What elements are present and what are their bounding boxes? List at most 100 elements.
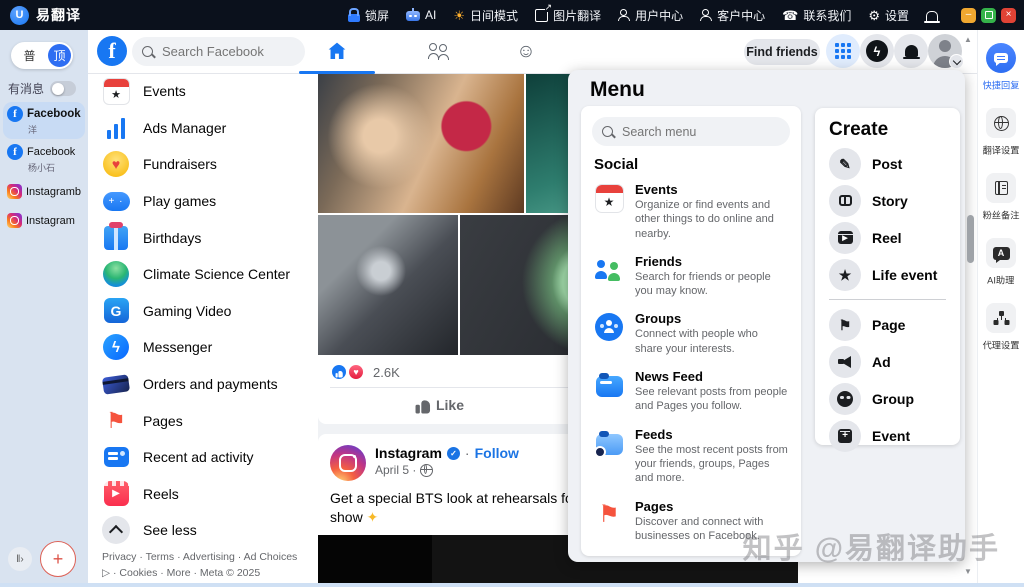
sidebar-item-see-less[interactable]: See less <box>88 512 318 549</box>
add-account-button[interactable]: + <box>40 541 76 577</box>
sidebar-item-gaming-video[interactable]: GGaming Video <box>88 293 318 330</box>
sidebar-item-climate-science[interactable]: Climate Science Center <box>88 256 318 293</box>
service-icon <box>700 9 712 21</box>
reaction-count[interactable]: 2.6K <box>373 365 400 380</box>
customer-center-button[interactable]: 客户中心 <box>700 7 765 24</box>
create-card: Create ✎Post Story ▶Reel ★Life event ⚑Pa… <box>815 108 960 445</box>
verified-badge-icon: ✓ <box>447 447 460 460</box>
maximize-button[interactable] <box>981 8 996 23</box>
profile-menu-button[interactable] <box>928 34 962 68</box>
facebook-search[interactable] <box>132 37 305 66</box>
create-title: Create <box>815 108 960 145</box>
ai-assistant-button[interactable]: A AI助理 <box>986 238 1016 287</box>
sidebar-item-play-games[interactable]: + ·Play games <box>88 183 318 220</box>
image-translate-button[interactable]: ↗图片翻译 <box>535 7 601 24</box>
lock-screen-button[interactable]: 锁屏 <box>348 7 389 24</box>
sidebar-item-messenger[interactable]: ϟMessenger <box>88 329 318 366</box>
contact-us-button[interactable]: ☎联系我们 <box>782 7 851 24</box>
post-date: April 5 · <box>375 463 416 477</box>
facebook-header: f ☺ Find friends ϟ <box>88 30 977 74</box>
mode-top[interactable]: 顶 <box>48 44 71 67</box>
mode-toggle[interactable]: 普 顶 <box>11 42 73 69</box>
facebook-logo[interactable]: f <box>97 36 127 66</box>
menu-search[interactable] <box>592 117 790 146</box>
mode-normal[interactable]: 普 <box>11 47 48 64</box>
facebook-icon: f <box>7 106 23 122</box>
find-friends-button[interactable]: Find friends <box>744 39 820 65</box>
tab-groups[interactable]: ☺ <box>490 30 562 72</box>
create-post[interactable]: ✎Post <box>815 145 960 182</box>
reels-icon: ▶ <box>104 481 129 506</box>
sidebar-item-ads-manager[interactable]: Ads Manager <box>88 110 318 147</box>
menu-item-events[interactable]: ★ EventsOrganize or find events and othe… <box>581 175 801 247</box>
menu-item-friends[interactable]: FriendsSearch for friends or people you … <box>581 247 801 305</box>
create-event[interactable]: +Event <box>815 417 960 454</box>
chevron-down-icon <box>949 54 964 69</box>
apps-menu-button[interactable] <box>826 34 860 68</box>
notification-bell-button[interactable] <box>926 9 938 21</box>
follow-button[interactable]: Follow <box>475 445 519 461</box>
create-ad[interactable]: Ad <box>815 343 960 380</box>
user-icon <box>618 9 630 21</box>
search-input[interactable] <box>160 43 284 60</box>
translate-settings-button[interactable]: 翻译设置 <box>981 108 1021 157</box>
has-message-toggle[interactable] <box>50 81 76 96</box>
sidebar-item-pages[interactable]: ⚑Pages <box>88 402 318 439</box>
like-reaction-icon <box>330 363 348 381</box>
sidebar-item-fundraisers[interactable]: ♥Fundraisers <box>88 146 318 183</box>
quick-reply-button[interactable]: 快捷回复 <box>981 43 1021 92</box>
menu-item-groups[interactable]: GroupsConnect with people who share your… <box>581 304 801 362</box>
menu-panel: Menu Social ★ EventsOrganize or find eve… <box>568 70 965 562</box>
scroll-down-arrow[interactable]: ▼ <box>964 567 972 576</box>
divider <box>829 299 946 300</box>
globe-icon <box>994 116 1009 131</box>
post-photo-bracelets[interactable] <box>318 73 524 213</box>
sidebar-item-reels[interactable]: ▶Reels <box>88 476 318 513</box>
globe-privacy-icon <box>420 464 433 477</box>
lock-icon <box>348 14 360 22</box>
settings-button[interactable]: ⚙设置 <box>868 7 909 24</box>
account-item-facebook-2[interactable]: fFacebook 杨小石 <box>3 140 85 177</box>
create-page[interactable]: ⚑Page <box>815 306 960 343</box>
sidebar-item-recent-ad-activity[interactable]: Recent ad activity <box>88 439 318 476</box>
notifications-button[interactable] <box>894 34 928 68</box>
scroll-up-arrow[interactable]: ▲ <box>964 35 972 44</box>
day-mode-button[interactable]: ☀日间模式 <box>453 7 518 24</box>
account-item-instagram-2[interactable]: Instagram <box>3 209 85 231</box>
messenger-icon: ϟ <box>866 40 888 62</box>
news-feed-icon <box>596 376 623 397</box>
tab-friends[interactable] <box>404 30 476 72</box>
menu-search-input[interactable] <box>620 124 764 140</box>
post-photo-silver-bracelet[interactable] <box>318 215 458 355</box>
minimize-button[interactable]: – <box>961 8 976 23</box>
account-item-facebook-1[interactable]: fFacebook 洋 <box>3 102 85 139</box>
sidebar-item-orders-payments[interactable]: Orders and payments <box>88 366 318 403</box>
proxy-settings-button[interactable]: 代理设置 <box>981 303 1021 352</box>
create-story[interactable]: Story <box>815 182 960 219</box>
instagram-avatar[interactable] <box>330 445 366 481</box>
account-item-instagram-1[interactable]: Instagramb... <box>3 180 85 202</box>
post-author[interactable]: Instagram <box>375 445 442 461</box>
window-controls: – × <box>961 8 1016 23</box>
create-life-event[interactable]: ★Life event <box>815 256 960 293</box>
user-center-button[interactable]: 用户中心 <box>618 7 683 24</box>
messenger-button[interactable]: ϟ <box>860 34 894 68</box>
create-group[interactable]: Group <box>815 380 960 417</box>
sidebar-item-birthdays[interactable]: Birthdays <box>88 219 318 256</box>
sidebar-item-events[interactable]: ★Events <box>88 73 318 110</box>
birthdays-icon <box>104 226 128 250</box>
create-reel[interactable]: ▶Reel <box>815 219 960 256</box>
collapse-panel-button[interactable]: ‖› <box>8 547 32 571</box>
robot-icon <box>406 11 420 21</box>
fan-notes-button[interactable]: 粉丝备注 <box>981 173 1021 222</box>
app-window: U 易翻译 锁屏 AI ☀日间模式 ↗图片翻译 用户中心 客户中心 ☎联系我们 … <box>0 0 1024 587</box>
ai-button[interactable]: AI <box>406 8 436 22</box>
menu-item-news-feed[interactable]: News FeedSee relevant posts from people … <box>581 362 801 420</box>
instagram-icon <box>7 184 22 199</box>
tab-home[interactable] <box>299 30 375 72</box>
like-button[interactable]: Like <box>324 391 558 419</box>
scrollbar-handle[interactable] <box>967 215 974 263</box>
close-button[interactable]: × <box>1001 8 1016 23</box>
facebook-footer-links[interactable]: Privacy · Terms · Advertising · Ad Choic… <box>102 549 312 582</box>
menu-item-feeds[interactable]: FeedsSee the most recent posts from your… <box>581 420 801 492</box>
